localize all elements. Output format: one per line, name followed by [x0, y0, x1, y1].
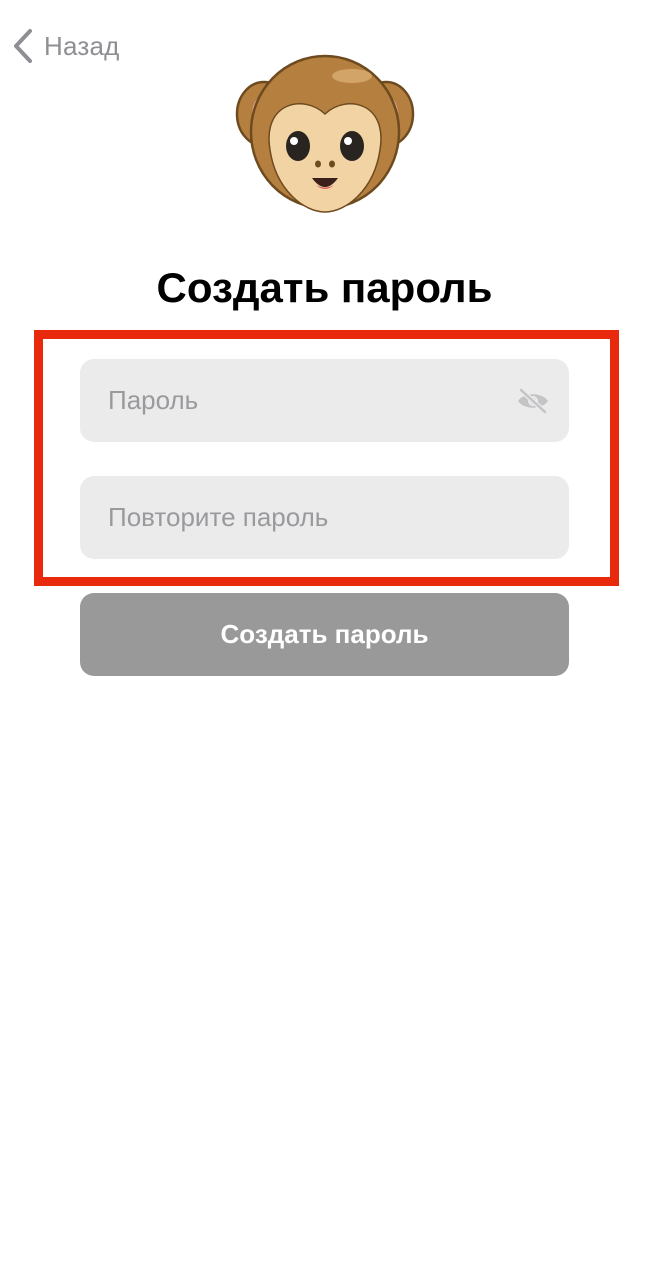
- back-button[interactable]: Назад: [12, 26, 120, 66]
- password-input[interactable]: [108, 385, 515, 416]
- create-password-button[interactable]: Создать пароль: [80, 593, 569, 676]
- create-password-screen: Назад Создать пароль Создать пароль: [0, 0, 649, 1280]
- repeat-password-input[interactable]: [108, 502, 541, 533]
- eye-slash-icon[interactable]: [515, 383, 551, 419]
- monkey-face-icon: [234, 54, 416, 224]
- page-title: Создать пароль: [156, 264, 493, 311]
- chevron-left-icon: [12, 26, 34, 66]
- create-password-button-label: Создать пароль: [220, 619, 429, 649]
- password-field[interactable]: [80, 359, 569, 442]
- back-label: Назад: [44, 30, 120, 61]
- repeat-password-field[interactable]: [80, 476, 569, 559]
